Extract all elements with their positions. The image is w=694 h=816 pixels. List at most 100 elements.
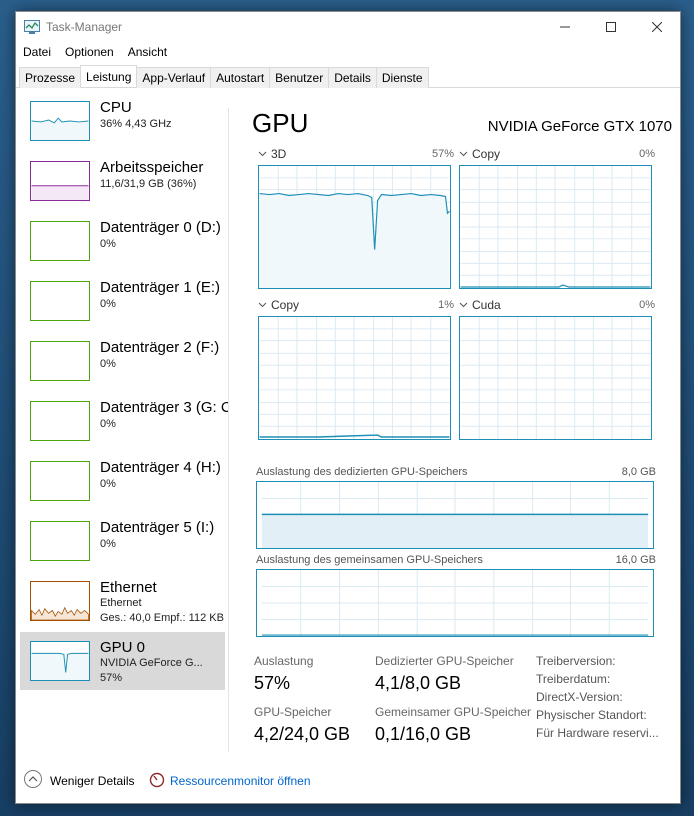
disk-thumbnail-graph [30, 221, 90, 261]
dedicated-gpu-memory-value: 4,1/8,0 GB [375, 673, 462, 693]
sidebar-item-label: Arbeitsspeicher [100, 159, 204, 176]
title-bar[interactable]: Task-Manager [16, 12, 680, 42]
chevron-down-icon[interactable] [459, 151, 468, 157]
page-title: GPU [252, 108, 309, 138]
shared-gpu-memory-value: 0,1/16,0 GB [375, 724, 472, 744]
sidebar-item-cpu[interactable]: CPU 36% 4,43 GHz [20, 92, 225, 150]
menu-ansicht[interactable]: Ansicht [121, 42, 174, 62]
less-details-link[interactable]: Weniger Details [50, 774, 134, 788]
chevron-up-icon [28, 776, 38, 782]
resource-sidebar: CPU 36% 4,43 GHz Arbeitsspeicher 11,6/31… [16, 92, 229, 732]
sidebar-item-model: NVIDIA GeForce G... [100, 657, 203, 669]
tab-dienste[interactable]: Dienste [375, 67, 429, 88]
hardware-reserved-label: Für Hardware reservi... [536, 726, 659, 740]
sidebar-item-value: 36% 4,43 GHz [100, 118, 172, 130]
engine-percent: 0% [639, 299, 655, 311]
shared-memory-max: 16,0 GB [615, 554, 656, 566]
gpu-copy-graph [258, 316, 451, 440]
gpu-model-name: NVIDIA GeForce GTX 1070 [487, 118, 672, 135]
sidebar-item-disk-2[interactable]: Datenträger 2 (F:) 0% [20, 332, 225, 390]
sidebar-item-label: Datenträger 3 (G: C [100, 399, 229, 416]
sidebar-item-label: Datenträger 0 (D:) [100, 219, 221, 236]
disk-thumbnail-graph [30, 281, 90, 321]
shared-memory-label: Auslastung des gemeinsamen GPU-Speichers [256, 554, 483, 566]
gpu-copy-graph [459, 165, 652, 289]
chevron-down-icon[interactable] [459, 302, 468, 308]
sidebar-item-value: 0% [100, 238, 116, 250]
physical-location-label: Physischer Standort: [536, 708, 647, 722]
close-icon [652, 22, 662, 32]
menu-datei[interactable]: Datei [16, 42, 58, 62]
window-title: Task-Manager [46, 20, 123, 34]
tab-details[interactable]: Details [328, 67, 377, 88]
gpu-3d-graph [258, 165, 451, 289]
sidebar-item-value: 11,6/31,9 GB (36%) [100, 178, 197, 190]
sidebar-item-memory[interactable]: Arbeitsspeicher 11,6/31,9 GB (36%) [20, 152, 225, 210]
sidebar-item-value: 0% [100, 358, 116, 370]
gpu-memory-value: 4,2/24,0 GB [254, 724, 351, 744]
disk-thumbnail-graph [30, 461, 90, 501]
utilization-label: Auslastung [254, 654, 314, 668]
engine-selector-copy[interactable]: Copy [472, 147, 500, 161]
tab-benutzer[interactable]: Benutzer [269, 67, 330, 88]
chevron-down-icon[interactable] [258, 302, 267, 308]
maximize-icon [606, 22, 616, 32]
minimize-button[interactable] [542, 12, 588, 42]
engine-selector-cuda[interactable]: Cuda [472, 298, 501, 312]
sidebar-item-label: CPU [100, 99, 132, 116]
sidebar-item-disk-3[interactable]: Datenträger 3 (G: C 0% [20, 392, 229, 450]
sidebar-item-disk-0[interactable]: Datenträger 0 (D:) 0% [20, 212, 225, 270]
gpu-detail-panel: GPU NVIDIA GeForce GTX 1070 3D 57% Copy … [252, 108, 672, 748]
sidebar-item-label: Datenträger 5 (I:) [100, 519, 215, 536]
tab-autostart[interactable]: Autostart [210, 67, 271, 88]
resource-monitor-link[interactable]: Ressourcenmonitor öffnen [170, 774, 311, 788]
chevron-down-icon[interactable] [258, 151, 267, 157]
engine-percent: 57% [431, 148, 454, 160]
tab-app-verlauf[interactable]: App-Verlauf [136, 67, 212, 88]
disk-thumbnail-graph [30, 401, 90, 441]
task-manager-icon [24, 20, 40, 34]
gpu-cuda-graph [459, 316, 652, 440]
sidebar-item-value: 0% [100, 298, 116, 310]
collapse-toggle[interactable] [24, 770, 42, 788]
sidebar-item-gpu-0[interactable]: GPU 0 NVIDIA GeForce G... 57% [20, 632, 225, 690]
close-button[interactable] [634, 12, 680, 42]
footer-bar: Weniger Details Ressourcenmonitor öffnen [16, 762, 680, 802]
memory-thumbnail-graph [30, 161, 90, 201]
engine-percent: 1% [438, 299, 454, 311]
ethernet-thumbnail-graph [30, 581, 90, 621]
driver-date-label: Treiberdatum: [536, 672, 611, 686]
engine-selector-copy[interactable]: Copy [271, 298, 299, 312]
driver-version-label: Treiberversion: [536, 654, 616, 668]
minimize-icon [560, 26, 570, 28]
dedicated-memory-label: Auslastung des dedizierten GPU-Speichers [256, 466, 468, 478]
shared-memory-graph [256, 569, 654, 637]
disk-thumbnail-graph [30, 521, 90, 561]
tab-prozesse[interactable]: Prozesse [19, 67, 82, 88]
sidebar-item-disk-1[interactable]: Datenträger 1 (E:) 0% [20, 272, 225, 330]
menu-bar: Datei Optionen Ansicht [16, 42, 174, 62]
sidebar-item-value: 0% [100, 538, 116, 550]
sidebar-item-ethernet[interactable]: Ethernet Ethernet Ges.: 40,0 Empf.: 112 … [20, 572, 225, 630]
dedicated-memory-graph [256, 481, 654, 549]
sidebar-item-value: 0% [100, 418, 116, 430]
dedicated-memory-max: 8,0 GB [621, 466, 656, 478]
tab-bar: Prozesse Leistung App-Verlauf Autostart … [16, 65, 680, 88]
tab-leistung[interactable]: Leistung [80, 65, 138, 87]
resource-monitor-icon [149, 772, 165, 788]
directx-version-label: DirectX-Version: [536, 690, 623, 704]
gpu-thumbnail-graph [30, 641, 90, 681]
engine-selector-3d[interactable]: 3D [271, 147, 286, 161]
engine-percent: 0% [639, 148, 655, 160]
utilization-value: 57% [254, 673, 291, 693]
sidebar-item-label: Ethernet [100, 579, 157, 596]
task-manager-window: Task-Manager Datei Optionen Ansicht Proz… [15, 11, 681, 804]
sidebar-item-disk-5[interactable]: Datenträger 5 (I:) 0% [20, 512, 225, 570]
sidebar-item-value: 57% [100, 672, 123, 684]
sidebar-item-disk-4[interactable]: Datenträger 4 (H:) 0% [20, 452, 225, 510]
sidebar-divider [228, 108, 229, 752]
maximize-button[interactable] [588, 12, 634, 42]
cpu-thumbnail-graph [30, 101, 90, 141]
dedicated-memory-fill [261, 514, 649, 548]
menu-optionen[interactable]: Optionen [58, 42, 121, 62]
